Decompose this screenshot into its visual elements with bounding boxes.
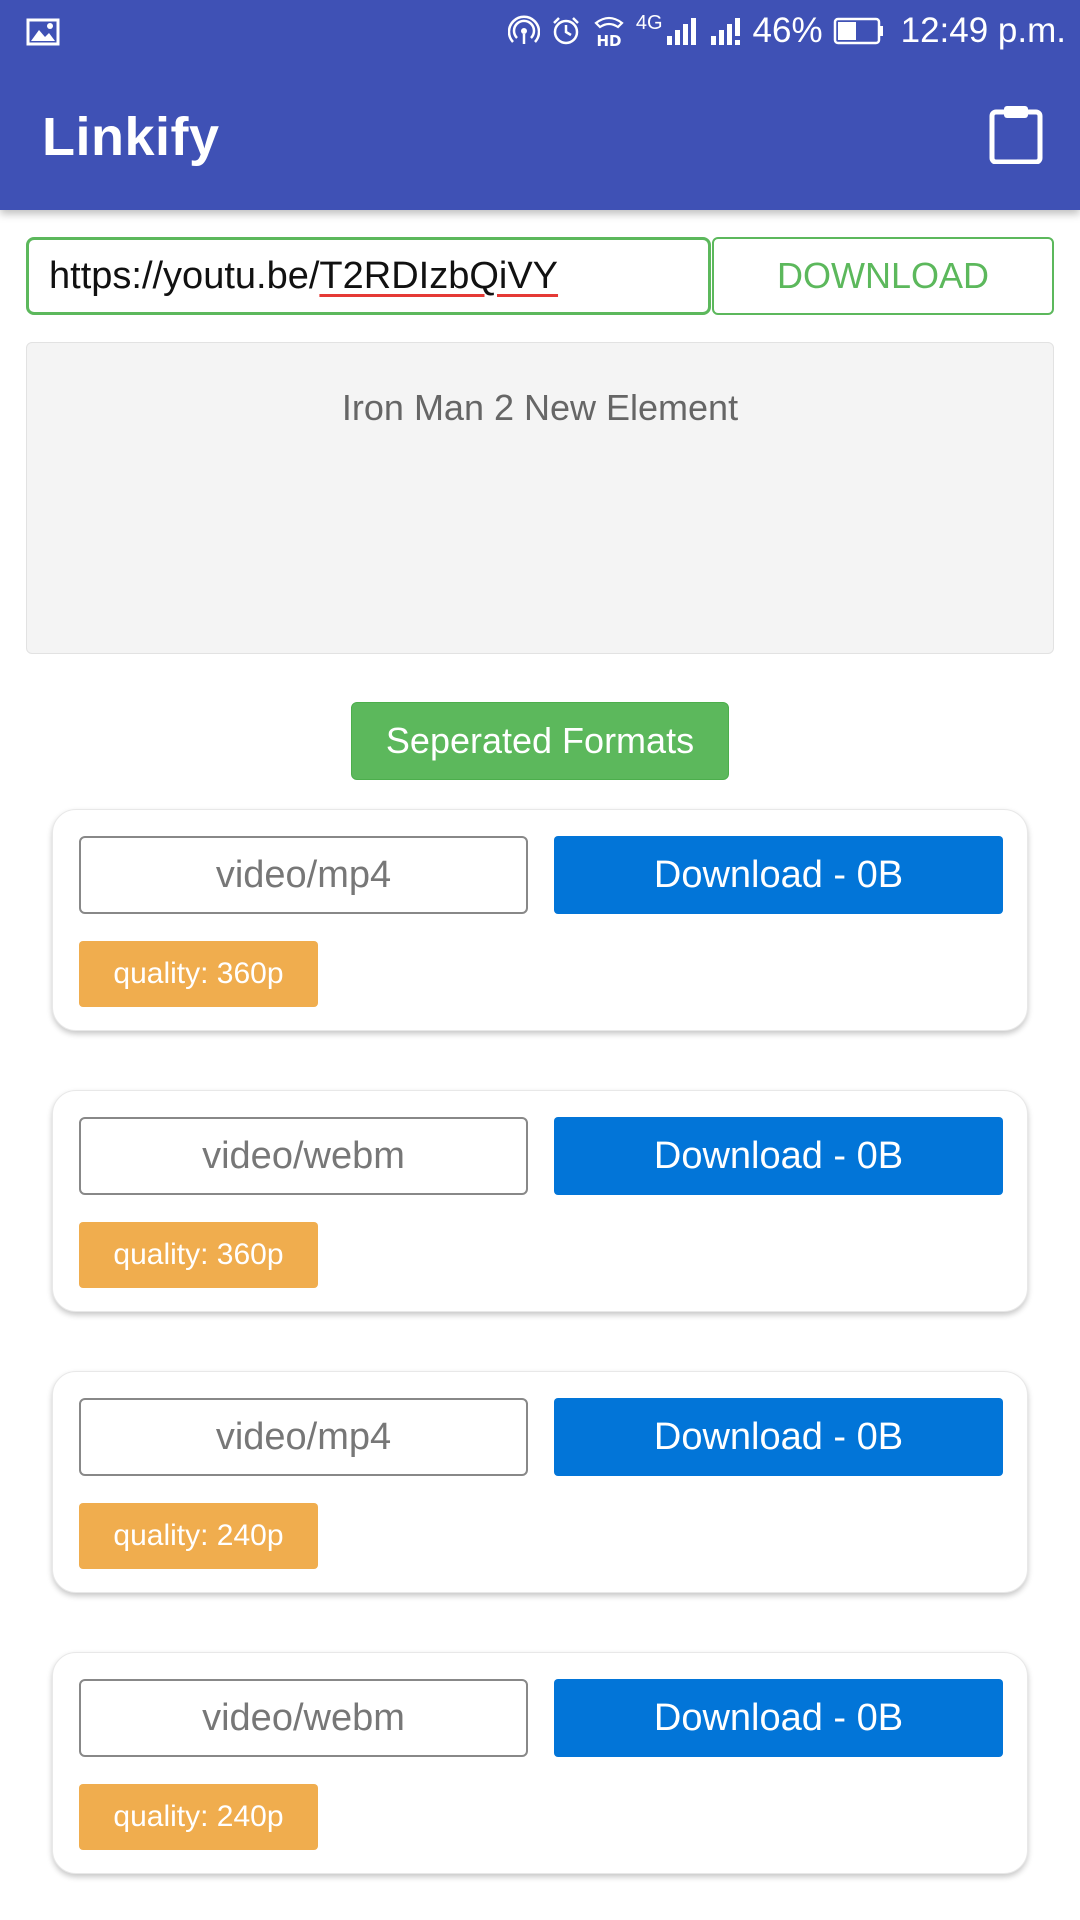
battery-percent: 46%: [752, 11, 823, 50]
hotspot-icon: [507, 15, 540, 44]
format-card: video/webm Download - 0B quality: 240p: [52, 1652, 1028, 1874]
quality-badge: quality: 240p: [79, 1503, 318, 1569]
format-download-button[interactable]: Download - 0B: [554, 1117, 1003, 1195]
format-card: video/webm Download - 0B quality: 360p: [52, 1090, 1028, 1312]
battery-icon: [833, 17, 883, 45]
video-title: Iron Man 2 New Element: [341, 387, 739, 428]
mime-type-label: video/mp4: [79, 836, 528, 914]
app-bar: HD 4G 46% 12:49 p.m. Linkify: [0, 0, 1080, 210]
signal-sim1-icon: [666, 18, 696, 45]
separated-formats-button[interactable]: Seperated Formats: [351, 702, 729, 780]
video-title-panel: Iron Man 2 New Element: [26, 342, 1054, 654]
format-download-button[interactable]: Download - 0B: [554, 1398, 1003, 1476]
gallery-notification-icon: [26, 18, 60, 46]
signal-sim2-icon: [710, 18, 740, 45]
download-button[interactable]: DOWNLOAD: [712, 237, 1054, 315]
app-title: Linkify: [42, 107, 220, 167]
quality-badge: quality: 360p: [79, 1222, 318, 1288]
hd-label: HD: [596, 32, 621, 49]
network-type-label: 4G: [635, 12, 663, 34]
url-video-id: T2RDIzbQiVY: [319, 255, 559, 297]
quality-badge: quality: 360p: [79, 941, 318, 1007]
status-time: 12:49 p.m.: [900, 11, 1066, 50]
format-card: video/mp4 Download - 0B quality: 360p: [52, 809, 1028, 1031]
format-download-button[interactable]: Download - 0B: [554, 1679, 1003, 1757]
url-input[interactable]: https://youtu.be/T2RDIzbQiVY: [26, 237, 711, 315]
url-prefix: https://youtu.be/: [49, 255, 320, 297]
status-bar: HD 4G 46% 12:49 p.m.: [0, 0, 1080, 62]
format-download-button[interactable]: Download - 0B: [554, 836, 1003, 914]
hd-call-icon: HD: [594, 16, 624, 49]
clipboard-paste-icon[interactable]: [988, 104, 1044, 164]
quality-badge: quality: 240p: [79, 1784, 318, 1850]
alarm-icon: [552, 17, 579, 45]
mime-type-label: video/mp4: [79, 1398, 528, 1476]
mime-type-label: video/webm: [79, 1679, 528, 1757]
format-card: video/mp4 Download - 0B quality: 240p: [52, 1371, 1028, 1593]
mime-type-label: video/webm: [79, 1117, 528, 1195]
